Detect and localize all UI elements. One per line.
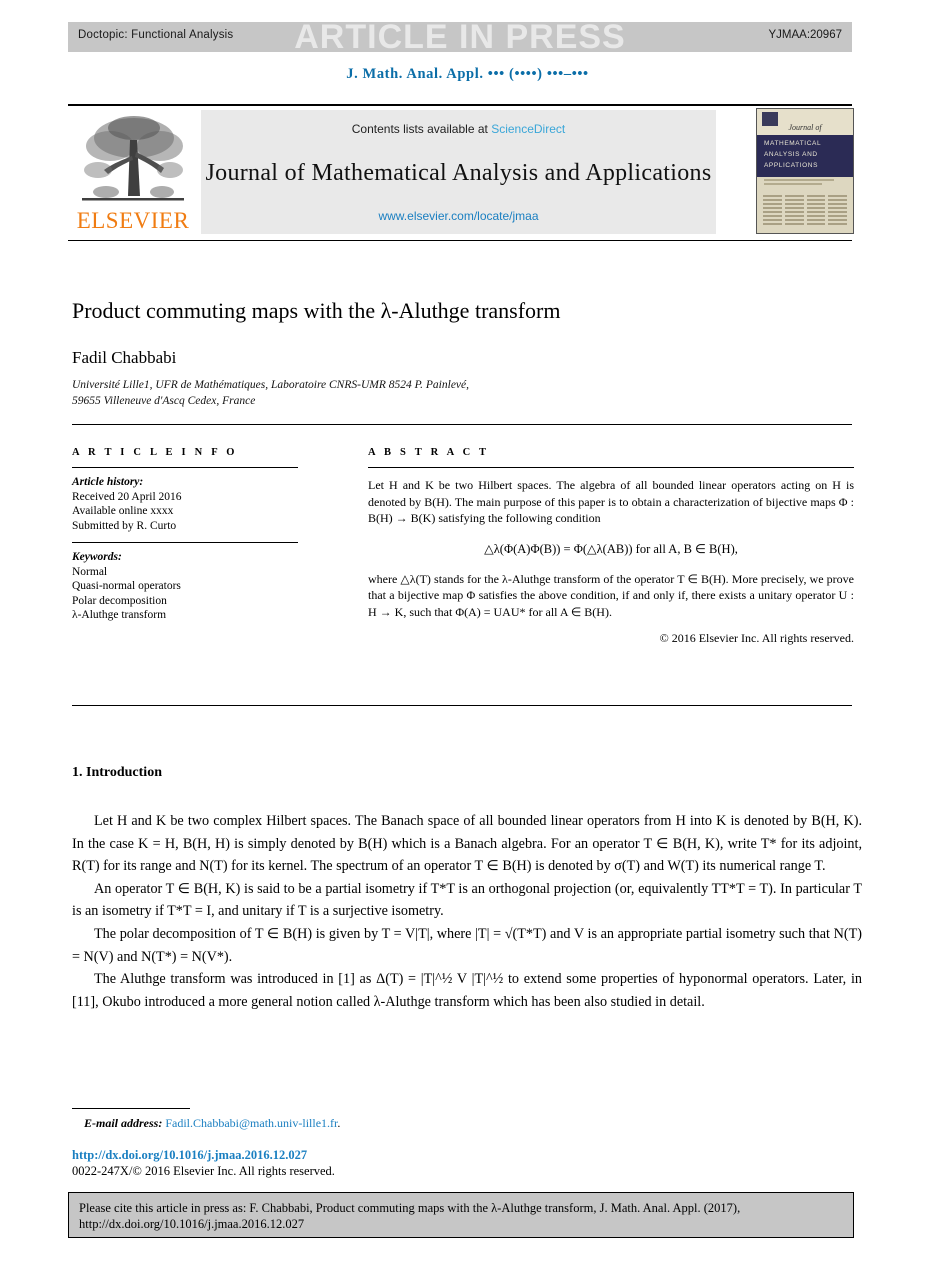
keyword-item: Quasi-normal operators xyxy=(72,580,181,592)
section-heading-introduction: 1. Introduction xyxy=(72,765,162,780)
article-info-rule-2 xyxy=(72,542,298,543)
elsevier-logo: ELSEVIER xyxy=(72,110,194,236)
article-in-press-text: ARTICLE IN PRESS xyxy=(294,18,626,56)
keyword-item: Polar decomposition xyxy=(72,594,167,607)
abstract-rule xyxy=(368,467,854,468)
journal-url[interactable]: www.elsevier.com/locate/jmaa xyxy=(201,209,716,223)
body-paragraph-4: The Aluthge transform was introduced in … xyxy=(72,971,862,1010)
body-text: Let H and K be two complex Hilbert space… xyxy=(72,810,862,1013)
abstract-paragraph-2: where △λ(T) stands for the λ-Aluthge tra… xyxy=(368,571,854,619)
cover-top-area: Journal of xyxy=(757,109,853,135)
history-item-available-online: Available online xxxx xyxy=(72,505,174,517)
journal-article-page: Doctopic: Functional Analysis ARTICLE IN… xyxy=(0,0,935,1266)
cover-band-line-3: APPLICATIONS xyxy=(764,162,819,169)
cover-title-band: MATHEMATICAL ANALYSIS AND APPLICATIONS xyxy=(757,135,853,177)
article-number: YJMAA:20967 xyxy=(768,29,842,41)
email-label: E-mail address: xyxy=(84,1116,163,1130)
abstract-label: A B S T R A C T xyxy=(368,447,490,458)
article-title: Product commuting maps with the λ-Aluthg… xyxy=(72,298,561,323)
article-author: Fadil Chabbabi xyxy=(72,348,177,367)
article-history-block: Article history: Received 20 April 2016 … xyxy=(72,475,304,533)
issn-copyright-line: 0022-247X/© 2016 Elsevier Inc. All right… xyxy=(72,1164,335,1178)
cover-band-line-2: ANALYSIS AND xyxy=(764,151,818,158)
keywords-block: Keywords: Normal Quasi-normal operators … xyxy=(72,550,304,623)
masthead: ELSEVIER Contents lists available at Sci… xyxy=(68,108,854,236)
article-info-rule-1 xyxy=(72,467,298,468)
body-paragraph-1: Let H and K be two complex Hilbert space… xyxy=(72,813,862,875)
affiliation-line-1: Université Lille1, UFR de Mathématiques,… xyxy=(72,379,470,391)
journal-cover-thumbnail: Journal of MATHEMATICAL ANALYSIS AND APP… xyxy=(756,108,854,234)
please-cite-box: Please cite this article in press as: F.… xyxy=(68,1192,854,1238)
running-head: J. Math. Anal. Appl. ••• (••••) •••–••• xyxy=(346,66,589,82)
affiliation-line-2: 59655 Villeneuve d'Ascq Cedex, France xyxy=(72,394,256,407)
journal-title: Journal of Mathematical Analysis and App… xyxy=(205,160,712,186)
article-info-column: A R T I C L E I N F O Article history: R… xyxy=(72,447,304,623)
cover-band-line-1: MATHEMATICAL xyxy=(764,140,822,147)
masthead-center-panel: Contents lists available at ScienceDirec… xyxy=(201,110,716,234)
article-in-press-banner: Doctopic: Functional Analysis ARTICLE IN… xyxy=(68,18,852,56)
keywords-heading: Keywords: xyxy=(72,551,122,563)
abstract-column: A B S T R A C T Let H and K be two Hilbe… xyxy=(368,447,854,646)
history-item-received: Received 20 April 2016 xyxy=(72,490,182,503)
abstract-paragraph-1: Let H and K be two Hilbert spaces. The a… xyxy=(368,478,854,525)
keyword-item: Normal xyxy=(72,565,108,578)
article-history-heading: Article history: xyxy=(72,476,144,488)
cover-contents-columns xyxy=(763,195,847,227)
article-affiliation: Université Lille1, UFR de Mathématiques,… xyxy=(72,378,712,409)
email-link[interactable]: Fadil.Chabbabi@math.univ-lille1.fr xyxy=(165,1116,337,1130)
info-section-top-rule xyxy=(72,424,852,425)
abstract-display-equation: △λ(Φ(A)Φ(B)) = Φ(△λ(AB)) for all A, B ∈ … xyxy=(484,541,738,556)
masthead-bottom-rule xyxy=(68,240,852,241)
email-period: . xyxy=(337,1116,341,1130)
abstract-copyright: © 2016 Elsevier Inc. All rights reserved… xyxy=(659,631,854,645)
elsevier-wordmark: ELSEVIER xyxy=(76,208,190,233)
keyword-item: λ-Aluthge transform xyxy=(72,609,167,621)
footnote-rule xyxy=(72,1108,190,1109)
footnote-email: E-mail address: Fadil.Chabbabi@math.univ… xyxy=(84,1116,340,1131)
cover-journal-of-text: Journal of xyxy=(788,123,822,132)
abstract-bottom-rule xyxy=(72,705,852,706)
sciencedirect-link[interactable]: ScienceDirect xyxy=(491,122,565,136)
history-item-submitted-by: Submitted by R. Curto xyxy=(72,519,177,532)
article-info-label: A R T I C L E I N F O xyxy=(72,447,238,458)
contents-prefix: Contents lists available at xyxy=(351,122,488,136)
body-paragraph-3: The polar decomposition of T ∈ B(H) is g… xyxy=(72,925,862,965)
elsevier-tree-icon xyxy=(82,116,184,201)
contents-available-line: Contents lists available at ScienceDirec… xyxy=(201,122,716,136)
body-paragraph-2: An operator T ∈ B(H, K) is said to be a … xyxy=(72,880,862,920)
doi-link[interactable]: http://dx.doi.org/10.1016/j.jmaa.2016.12… xyxy=(72,1148,307,1163)
masthead-top-rule xyxy=(68,104,852,106)
cover-contents-area xyxy=(757,177,853,233)
